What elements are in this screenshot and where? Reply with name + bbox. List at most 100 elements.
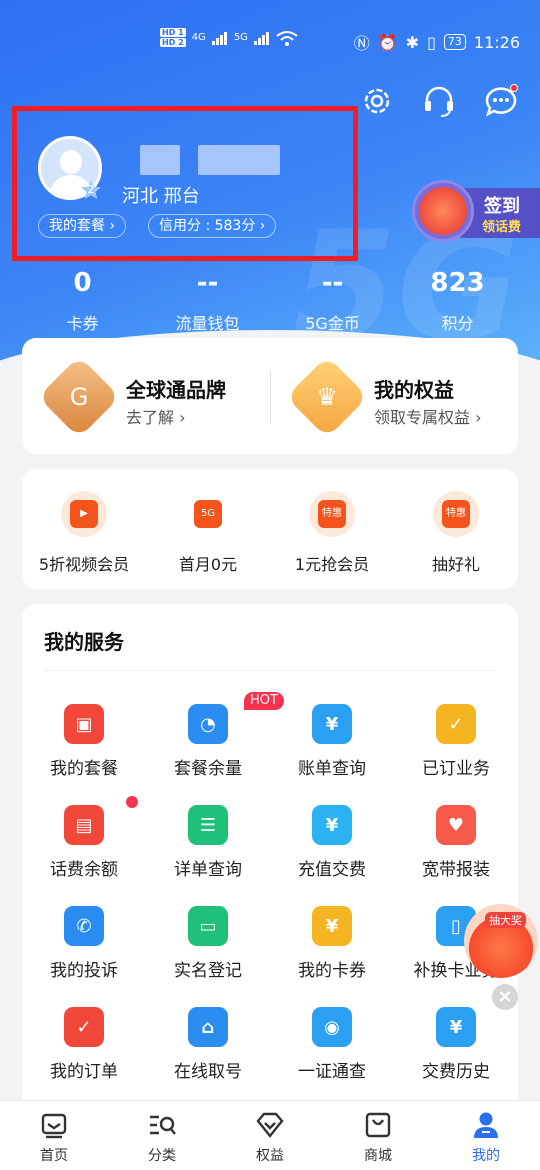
unread-dot xyxy=(510,84,518,92)
stat-value: -- xyxy=(321,268,344,298)
brand-card: G 全球通品牌 去了解 › ♛ 我的权益 领取专属权益 › xyxy=(22,338,518,454)
global-brand-entry[interactable]: G 全球通品牌 去了解 › xyxy=(22,338,270,454)
my-plan-icon: ▣ xyxy=(64,704,104,744)
service-my-plan[interactable]: ▣ 我的套餐 xyxy=(22,704,146,779)
settings-button[interactable] xyxy=(358,82,396,120)
balance-alert-dot xyxy=(126,796,138,808)
service-broadband-install[interactable]: ♥ 宽带报装 xyxy=(394,805,518,880)
stats-row: 0 卡券 -- 流量钱包 -- 5G金币 823 积分 xyxy=(20,268,520,334)
id-check-icon: ◉ xyxy=(312,1007,352,1047)
service-label: 宽带报装 xyxy=(422,860,490,880)
signin-button[interactable]: 签到 领话费 xyxy=(412,180,540,242)
stat-value: 0 xyxy=(73,268,92,298)
gear-icon xyxy=(364,88,390,114)
global-brand-icon: G xyxy=(69,383,89,411)
stat-points[interactable]: 823 积分 xyxy=(395,268,520,334)
service-subscribed-services[interactable]: ✓ 已订业务 xyxy=(394,704,518,779)
network-4g-label: 4G xyxy=(191,32,206,43)
network-5g-label: 5G xyxy=(233,32,248,43)
service-label: 我的卡券 xyxy=(298,961,366,981)
user-icon xyxy=(474,1112,498,1138)
tab-mine[interactable]: 我的 xyxy=(432,1101,540,1170)
stat-label: 流量钱包 xyxy=(175,314,240,333)
promo-first-month[interactable]: 5G 首月0元 xyxy=(146,491,270,575)
sim-card-icon: 5G xyxy=(185,491,231,537)
video-icon: ▶ xyxy=(61,491,107,537)
promo-card: ▶ 5折视频会员 5G 首月0元 特惠 1元抢会员 特惠 抽好礼 xyxy=(22,469,518,589)
bluetooth-icon: ✱ xyxy=(405,32,420,52)
nfc-icon: Ⓝ xyxy=(353,34,370,53)
customer-service-button[interactable] xyxy=(420,82,458,120)
service-online-queue-number[interactable]: ⌂ 在线取号 xyxy=(146,1007,270,1082)
stat-coupons[interactable]: 0 卡券 xyxy=(20,268,145,334)
alarm-icon: ⏰ xyxy=(377,32,398,52)
tab-home[interactable]: 首页 xyxy=(0,1101,108,1170)
service-label: 实名登记 xyxy=(174,961,242,981)
my-complaints-icon: ✆ xyxy=(64,906,104,946)
my-rights-entry[interactable]: ♛ 我的权益 领取专属权益 › xyxy=(270,338,518,454)
promo-video-vip[interactable]: ▶ 5折视频会员 xyxy=(22,491,146,575)
promo-label: 首月0元 xyxy=(178,555,238,574)
my-coupons-icon: ¥ xyxy=(312,906,352,946)
service-real-name-registration[interactable]: ▭ 实名登记 xyxy=(146,906,270,981)
gift-icon: 特惠 xyxy=(433,491,479,537)
diamond-icon xyxy=(256,1112,284,1138)
my-orders-icon: ✓ xyxy=(64,1007,104,1047)
tab-rights[interactable]: 权益 xyxy=(216,1101,324,1170)
service-label: 套餐余量 xyxy=(174,759,242,779)
bill-query-icon: ¥ xyxy=(312,704,352,744)
subscribed-services-icon: ✓ xyxy=(436,704,476,744)
rights-title: 我的权益 xyxy=(374,378,454,402)
service-label: 详单查询 xyxy=(174,860,242,880)
category-search-icon xyxy=(150,1115,176,1135)
service-label: 在线取号 xyxy=(174,1062,242,1082)
home-icon xyxy=(41,1113,67,1139)
tab-mall[interactable]: 商城 xyxy=(324,1101,432,1170)
tab-label: 我的 xyxy=(472,1148,500,1164)
highlight-box xyxy=(12,106,358,261)
stat-data-wallet[interactable]: -- 流量钱包 xyxy=(145,268,270,334)
payment-history-icon: ¥ xyxy=(436,1007,476,1047)
plan-balance-icon: ◔ xyxy=(188,704,228,744)
promo-lucky-draw[interactable]: 特惠 抽好礼 xyxy=(394,491,518,575)
header-actions xyxy=(358,82,520,120)
hd2-indicator: HD 2 xyxy=(160,38,186,47)
close-icon[interactable]: × xyxy=(492,984,518,1010)
service-plan-balance[interactable]: ◔ 套餐余量 xyxy=(146,704,270,779)
online-queue-number-icon: ⌂ xyxy=(188,1007,228,1047)
services-card: 我的服务 ▣ 我的套餐 ◔ 套餐余量 ¥ 账单查询 ✓ 已订业务 ▤ 话费余额 ☰ 详单查询 ¥ 充值交费… xyxy=(22,604,518,1100)
tab-category[interactable]: 分类 xyxy=(108,1101,216,1170)
service-label: 充值交费 xyxy=(298,860,366,880)
services-divider xyxy=(44,670,496,671)
service-payment-history[interactable]: ¥ 交费历史 xyxy=(394,1007,518,1082)
signal-icon-2 xyxy=(253,31,269,45)
promo-one-yuan-vip[interactable]: 特惠 1元抢会员 xyxy=(270,491,394,575)
recharge-icon: ¥ xyxy=(312,805,352,845)
service-phone-balance[interactable]: ▤ 话费余额 xyxy=(22,805,146,880)
service-label: 我的投诉 xyxy=(50,961,118,981)
signal-icon xyxy=(211,31,227,45)
signin-subtitle: 领话费 xyxy=(482,220,522,235)
service-my-orders[interactable]: ✓ 我的订单 xyxy=(22,1007,146,1082)
stat-5g-coins[interactable]: -- 5G金币 xyxy=(270,268,395,334)
lucky-draw-float-label: 抽大奖 xyxy=(485,912,526,928)
messages-button[interactable] xyxy=(482,82,520,120)
service-my-coupons[interactable]: ¥ 我的卡券 xyxy=(270,906,394,981)
status-bar: HD 1 HD 2 4G 5G Ⓝ ⏰ ✱ ▯ 73 11:26 xyxy=(0,0,540,80)
tab-label: 首页 xyxy=(40,1148,68,1164)
detail-query-icon: ☰ xyxy=(188,805,228,845)
promo-label: 1元抢会员 xyxy=(294,555,370,574)
service-my-complaints[interactable]: ✆ 我的投诉 xyxy=(22,906,146,981)
stat-value: 823 xyxy=(430,268,485,298)
hot-badge: HOT xyxy=(244,692,284,710)
tab-label: 商城 xyxy=(364,1148,392,1164)
promo-label: 5折视频会员 xyxy=(38,555,130,574)
service-bill-query[interactable]: ¥ 账单查询 xyxy=(270,704,394,779)
service-label: 话费余额 xyxy=(50,860,118,880)
service-detail-query[interactable]: ☰ 详单查询 xyxy=(146,805,270,880)
phone-balance-icon: ▤ xyxy=(64,805,104,845)
service-recharge[interactable]: ¥ 充值交费 xyxy=(270,805,394,880)
signin-title: 签到 xyxy=(484,196,520,217)
shopping-bag-icon xyxy=(365,1112,391,1138)
service-id-check[interactable]: ◉ 一证通查 xyxy=(270,1007,394,1082)
